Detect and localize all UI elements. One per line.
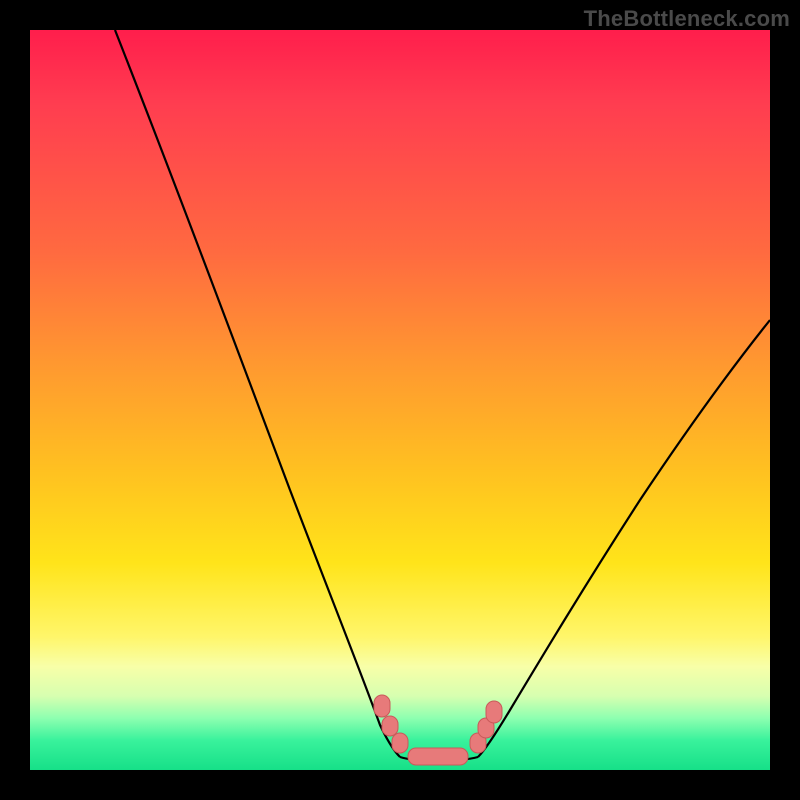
curve-layer xyxy=(30,30,770,770)
marker xyxy=(408,748,468,765)
left-curve xyxy=(115,30,400,757)
watermark-text: TheBottleneck.com xyxy=(584,6,790,32)
chart-frame: TheBottleneck.com xyxy=(0,0,800,800)
marker xyxy=(486,701,502,723)
marker xyxy=(392,733,408,753)
right-curve xyxy=(478,320,770,757)
marker xyxy=(374,695,390,717)
plot-area xyxy=(30,30,770,770)
marker xyxy=(382,716,398,736)
marker-group xyxy=(374,695,502,765)
